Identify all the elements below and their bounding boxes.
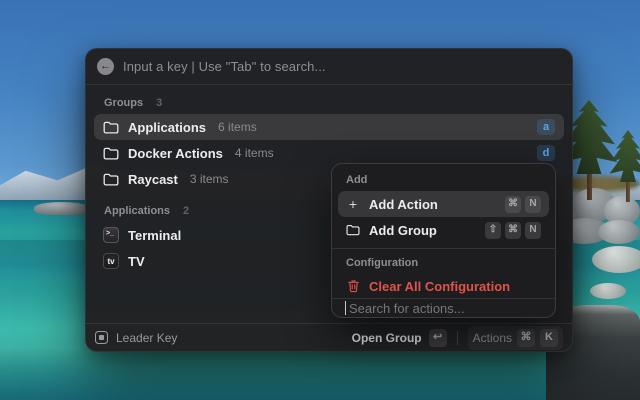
group-name: Docker Actions	[128, 145, 223, 161]
plus-icon: +	[348, 196, 358, 212]
arrow-left-icon: ←	[100, 60, 111, 72]
terminal-app-icon: >_	[103, 227, 119, 243]
leader-key-icon	[95, 331, 108, 344]
n-keycap: N	[525, 221, 541, 239]
command-keycap: ⌘	[517, 328, 535, 347]
group-name: Applications	[128, 119, 207, 135]
section-title: Groups	[104, 97, 144, 109]
k-keycap: K	[540, 328, 558, 347]
wallpaper-water-boulder	[590, 283, 626, 299]
app-name: TV	[128, 253, 145, 269]
popup-section-configuration: Configuration	[346, 257, 419, 269]
section-count: 2	[183, 205, 190, 217]
return-keycap: ↩	[428, 328, 447, 347]
popup-divider	[332, 248, 555, 249]
group-row-applications[interactable]: Applications 6 items a	[94, 114, 564, 140]
wallpaper-pine-tree	[608, 130, 640, 202]
group-item-count: 6 items	[218, 120, 257, 134]
window-header: ← Input a key | Use "Tab" to search...	[86, 49, 572, 85]
group-item-count: 3 items	[189, 172, 229, 186]
folder-icon	[103, 172, 119, 186]
key-badge: d	[537, 145, 555, 161]
group-item-count: 4 items	[234, 146, 274, 160]
section-header-groups: Groups 3	[94, 91, 564, 114]
menu-item-label: Clear All Configuration	[369, 278, 511, 294]
command-keycap: ⌘	[505, 221, 521, 239]
back-button[interactable]: ←	[97, 58, 114, 75]
desktop: ← Input a key | Use "Tab" to search... G…	[0, 0, 640, 400]
actions-popup: Add + Add Action ⌘ N Add Group ⇧ ⌘ N Con…	[331, 163, 556, 318]
text-caret	[345, 301, 346, 315]
app-name-label: Leader Key	[116, 330, 178, 345]
actions-label: Actions	[472, 330, 512, 345]
status-bar: Leader Key Open Group ↩ Actions ⌘ K	[86, 323, 572, 351]
menu-item-add-action[interactable]: + Add Action ⌘ N	[338, 191, 549, 217]
wallpaper-rock	[34, 202, 92, 215]
popup-section-add: Add	[346, 174, 368, 186]
tv-app-icon: tv	[103, 253, 119, 269]
primary-action-label[interactable]: Open Group	[352, 331, 422, 345]
wallpaper-water-boulder	[592, 246, 640, 273]
menu-item-label: Add Action	[369, 196, 438, 212]
menu-item-add-group[interactable]: Add Group ⇧ ⌘ N	[338, 217, 549, 243]
menu-item-clear-all-configuration[interactable]: Clear All Configuration	[338, 274, 549, 298]
section-title: Applications	[104, 205, 171, 217]
menu-item-label: Add Group	[369, 222, 437, 238]
key-badge: a	[537, 119, 555, 135]
footer-divider	[456, 330, 458, 345]
section-count: 3	[156, 97, 163, 109]
key-search-input[interactable]: Input a key | Use "Tab" to search...	[123, 59, 326, 74]
shift-keycap: ⇧	[485, 221, 501, 239]
n-keycap: N	[525, 195, 541, 213]
command-keycap: ⌘	[505, 195, 521, 213]
app-name: Terminal	[128, 227, 182, 243]
folder-icon	[103, 120, 119, 134]
app-identity: Leader Key	[95, 331, 177, 345]
trash-icon	[346, 279, 360, 293]
actions-menu-button[interactable]: Actions ⌘ K	[467, 325, 563, 350]
folder-icon	[346, 224, 360, 236]
actions-search-input[interactable]: Search for actions...	[332, 298, 555, 317]
group-name: Raycast	[128, 171, 178, 187]
search-placeholder: Search for actions...	[349, 300, 465, 316]
folder-icon	[103, 146, 119, 160]
